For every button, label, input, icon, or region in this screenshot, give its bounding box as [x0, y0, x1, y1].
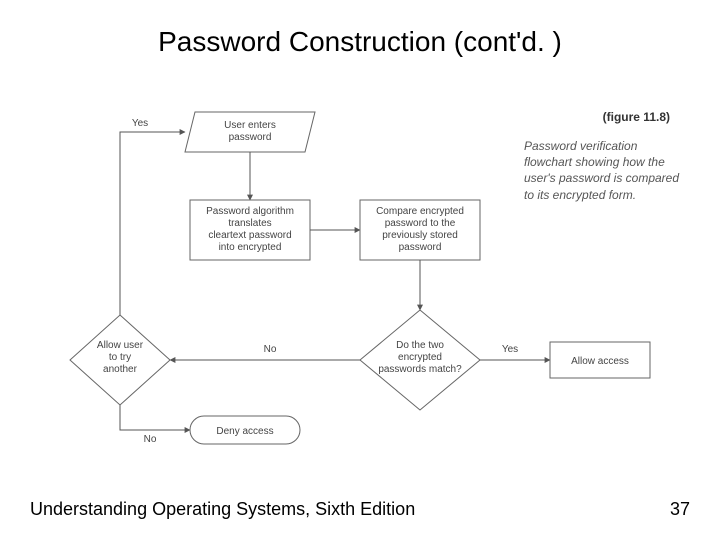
node-deny-access: Deny access	[190, 416, 300, 444]
node-translate-l4: into encrypted	[219, 242, 282, 253]
node-retry-l3: another	[103, 364, 138, 375]
node-compare-l3: previously stored	[382, 230, 458, 241]
node-enter-password-text-l2: password	[229, 132, 272, 143]
node-enter-password-text-l1: User enters	[224, 120, 276, 131]
footer-book-title: Understanding Operating Systems, Sixth E…	[30, 499, 415, 520]
label-no-deny: No	[144, 434, 157, 445]
node-allow-text: Allow access	[571, 356, 629, 367]
node-match-decision: Do the two encrypted passwords match?	[360, 310, 480, 410]
node-match-l1: Do the two	[396, 340, 444, 351]
node-retry-l2: to try	[109, 352, 131, 363]
node-compare-l1: Compare encrypted	[376, 206, 464, 217]
node-translate-l3: cleartext password	[208, 230, 291, 241]
label-yes-retry: Yes	[132, 118, 148, 129]
node-enter-password: User enters password	[185, 112, 315, 152]
node-deny-text: Deny access	[216, 426, 273, 437]
slide-title: Password Construction (cont'd. )	[0, 26, 720, 58]
page-number: 37	[670, 499, 690, 520]
node-compare: Compare encrypted password to the previo…	[360, 200, 480, 260]
label-no-retry: No	[264, 344, 277, 355]
flowchart: User enters password Password algorithm …	[60, 100, 660, 460]
node-compare-l2: password to the	[385, 218, 456, 229]
label-yes-allow: Yes	[502, 344, 518, 355]
node-retry-l1: Allow user	[97, 340, 144, 351]
node-match-l2: encrypted	[398, 352, 442, 363]
node-allow-access: Allow access	[550, 342, 650, 378]
node-translate-l2: translates	[228, 218, 271, 229]
node-retry-decision: Allow user to try another	[70, 315, 170, 405]
node-translate: Password algorithm translates cleartext …	[190, 200, 310, 260]
node-match-l3: passwords match?	[378, 364, 462, 375]
node-translate-l1: Password algorithm	[206, 206, 294, 217]
node-compare-l4: password	[399, 242, 442, 253]
